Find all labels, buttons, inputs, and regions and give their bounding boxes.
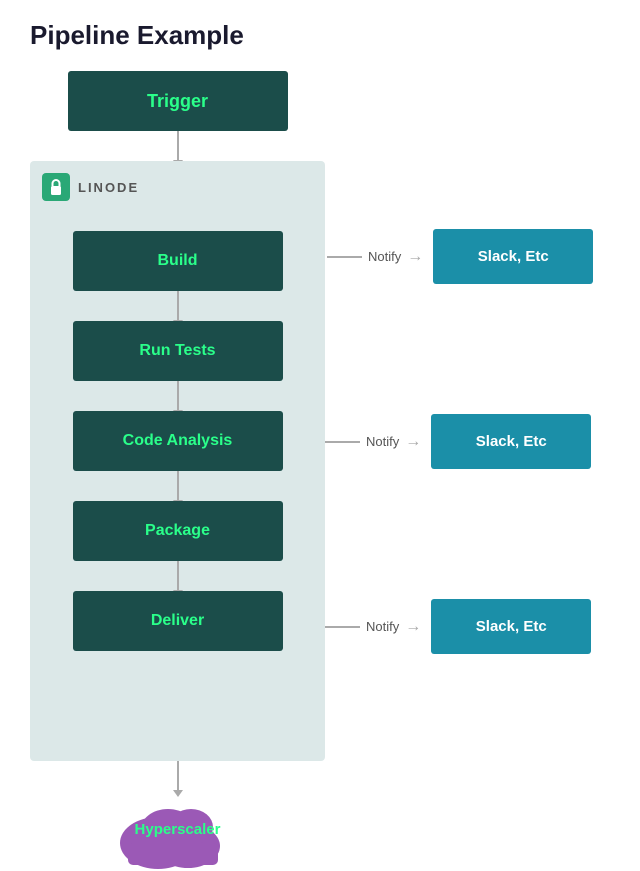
notify-deliver: Notify → Slack, Etc — [325, 599, 591, 654]
arrow-after-code-analysis — [177, 471, 179, 501]
notify-code-line — [325, 441, 360, 443]
bottom-arrow — [177, 761, 179, 791]
hyperscaler-label: Hyperscaler — [135, 821, 221, 838]
notify-build-text: Notify — [368, 249, 401, 264]
lock-icon — [42, 173, 70, 201]
run-tests-box[interactable]: Run Tests — [73, 321, 283, 381]
arrow-after-run-tests — [177, 381, 179, 411]
trigger-label: Trigger — [147, 91, 208, 112]
notify-build-line — [327, 256, 362, 258]
notify-build: Notify → Slack, Etc — [325, 229, 593, 284]
diagram-row: LINODE Build Run Tests Code Anal — [30, 161, 630, 761]
arrow-after-package — [177, 561, 179, 591]
deliver-box[interactable]: Deliver — [73, 591, 283, 651]
notify-code-arrow: → — [405, 433, 421, 451]
cloud-container: Hyperscaler — [113, 791, 243, 838]
notify-deliver-text: Notify — [366, 619, 399, 634]
notify-deliver-arrow: → — [405, 618, 421, 636]
notify-code-text: Notify — [366, 434, 399, 449]
slack-deliver-box[interactable]: Slack, Etc — [431, 599, 591, 654]
page: Pipeline Example Trigger — [0, 0, 640, 858]
page-title: Pipeline Example — [30, 20, 610, 51]
notify-code-analysis: Notify → Slack, Etc — [325, 414, 591, 469]
package-box[interactable]: Package — [73, 501, 283, 561]
diagram: Trigger LINODE — [30, 71, 630, 838]
build-box[interactable]: Build — [73, 231, 283, 291]
trigger-section: Trigger — [30, 71, 325, 161]
pipeline-items: Build Run Tests Code Analysis — [50, 231, 305, 651]
linode-label: LINODE — [78, 180, 139, 195]
code-analysis-box[interactable]: Code Analysis — [73, 411, 283, 471]
trigger-arrow — [177, 131, 179, 161]
slack-code-box[interactable]: Slack, Etc — [431, 414, 591, 469]
notify-build-arrow: → — [407, 248, 423, 266]
arrow-after-build — [177, 291, 179, 321]
linode-header: LINODE — [42, 173, 139, 201]
bottom-section: Hyperscaler — [30, 761, 325, 838]
linode-panel: LINODE Build Run Tests Code Anal — [30, 161, 325, 761]
notify-deliver-line — [325, 626, 360, 628]
slack-build-box[interactable]: Slack, Etc — [433, 229, 593, 284]
trigger-box: Trigger — [68, 71, 288, 131]
